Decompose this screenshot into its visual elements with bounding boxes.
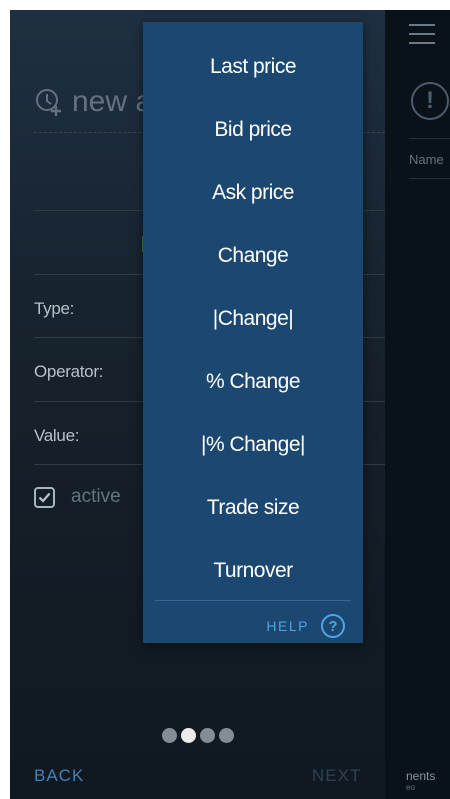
active-toggle[interactable]: active [34, 486, 121, 508]
page-dot [200, 728, 215, 743]
menu-item-abs-percent-change[interactable]: |% Change| [143, 425, 363, 465]
menu-icon[interactable] [409, 24, 435, 51]
menu-item-trade-size[interactable]: Trade size [143, 488, 363, 528]
new-alert-title: new a [72, 85, 153, 118]
active-label: active [71, 486, 121, 507]
new-alert-header: new a [34, 82, 152, 122]
menu-item-last-price[interactable]: Last price [143, 47, 363, 87]
type-label: Type: [34, 299, 75, 318]
operator-label: Operator: [34, 362, 104, 381]
add-alert-icon [36, 89, 61, 116]
page-dot-active [181, 728, 196, 743]
page-dot [162, 728, 177, 743]
divider [409, 138, 450, 139]
menu-item-change[interactable]: Change [143, 236, 363, 276]
menu-item-ask-price[interactable]: Ask price [143, 173, 363, 213]
back-button[interactable]: BACK [34, 766, 84, 786]
alerts-list-panel: ! Name nents eo [385, 10, 450, 799]
help-label: HELP [266, 618, 309, 634]
help-icon: ? [321, 614, 345, 638]
divider [409, 178, 450, 179]
page-indicator [162, 728, 234, 743]
menu-item-abs-change[interactable]: |Change| [143, 299, 363, 339]
menu-item-turnover[interactable]: Turnover [143, 551, 363, 591]
help-divider [155, 600, 351, 601]
alert-icon: ! [411, 82, 449, 120]
value-label: Value: [34, 426, 80, 445]
menu-item-percent-change[interactable]: % Change [143, 362, 363, 402]
next-button[interactable]: NEXT [312, 766, 361, 786]
page-dot [219, 728, 234, 743]
bottom-tab-label[interactable]: nents eo [406, 770, 435, 794]
active-checkbox[interactable] [34, 486, 55, 508]
app-screen: new a Type: Operator: Value: active BACK [10, 10, 450, 799]
menu-item-bid-price[interactable]: Bid price [143, 110, 363, 150]
check-icon [38, 492, 51, 503]
type-dropdown-menu: Last price Bid price Ask price Change |C… [143, 22, 363, 643]
help-button[interactable]: HELP ? [266, 614, 345, 638]
name-column-header: Name [409, 152, 444, 167]
